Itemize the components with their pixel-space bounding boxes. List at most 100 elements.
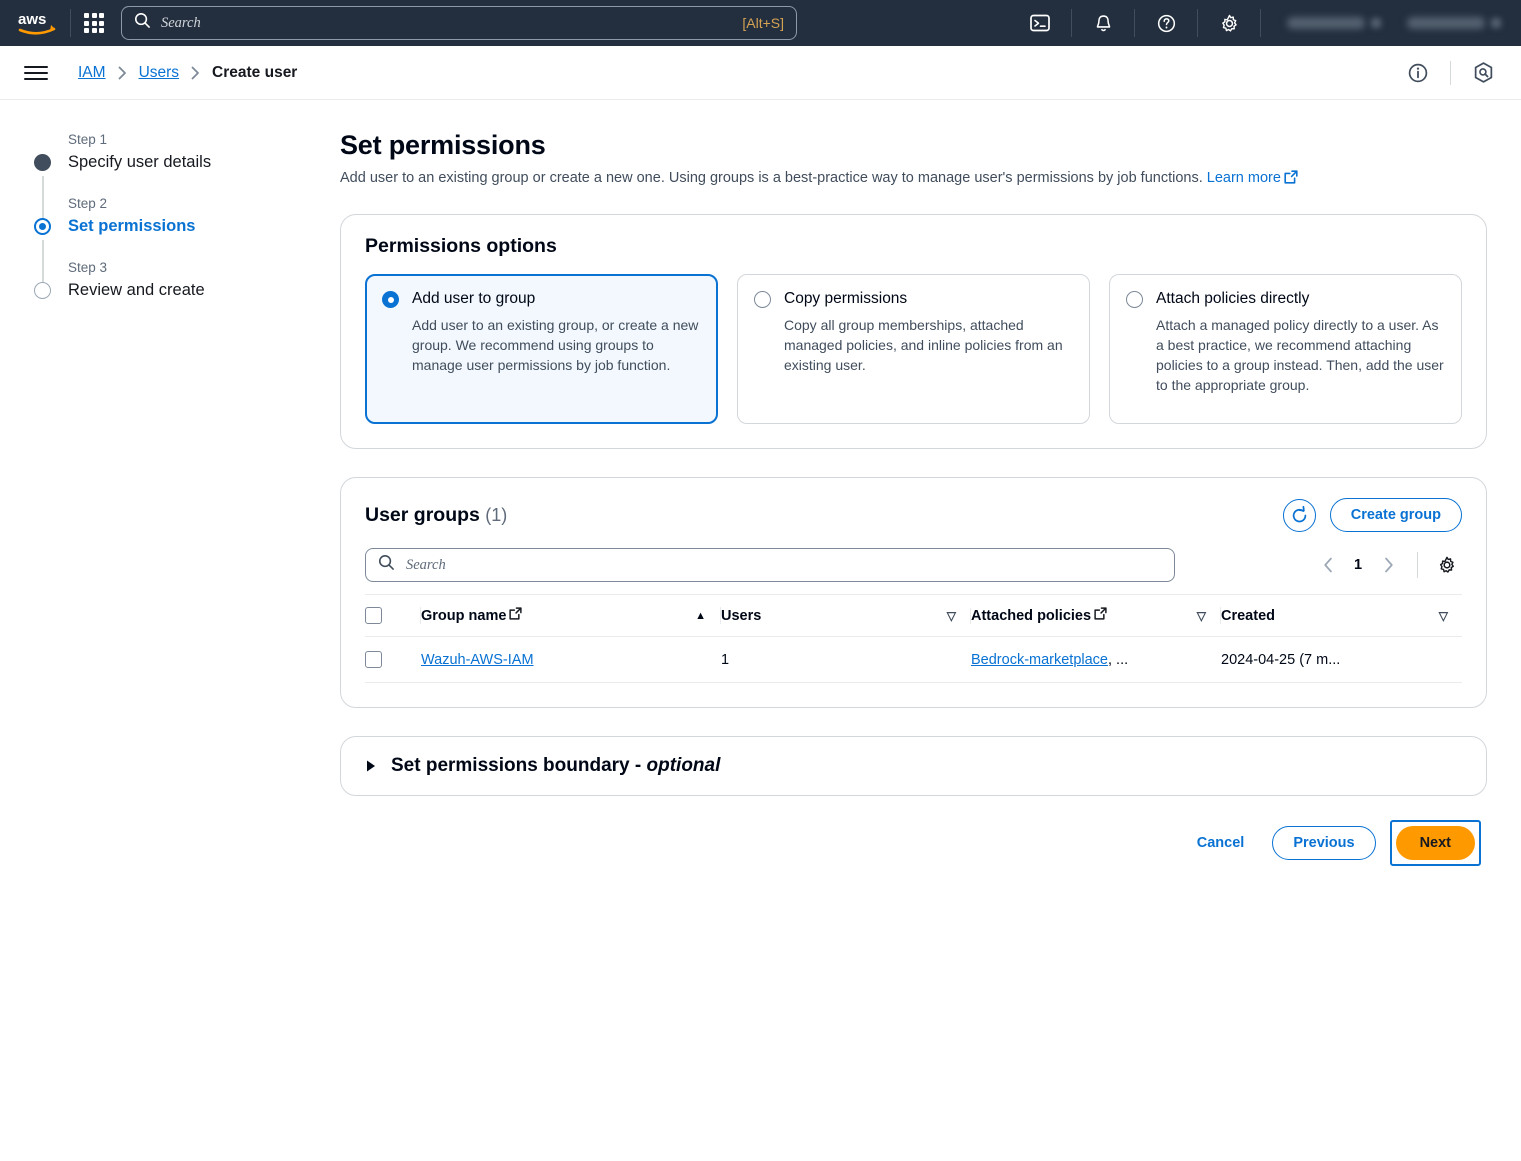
permissions-boundary-optional: optional bbox=[647, 755, 721, 776]
attached-policies-overflow: , ... bbox=[1108, 652, 1128, 668]
step-2-label[interactable]: Set permissions bbox=[68, 214, 340, 238]
wizard-stepper: Step 1 Specify user details Step 2 Set p… bbox=[0, 130, 340, 866]
column-created[interactable]: Created ▽ bbox=[1221, 595, 1462, 637]
nav-divider bbox=[1071, 9, 1072, 37]
permissions-options-heading: Permissions options bbox=[365, 235, 1462, 258]
next-button[interactable]: Next bbox=[1396, 826, 1475, 860]
select-all-checkbox[interactable] bbox=[365, 607, 382, 624]
account-label-obscured bbox=[1407, 17, 1485, 29]
main-content: Set permissions Add user to an existing … bbox=[340, 130, 1521, 866]
row-checkbox[interactable] bbox=[365, 651, 382, 668]
user-groups-table: Group name ▲ Users ▽ bbox=[365, 594, 1462, 683]
option-add-user-to-group[interactable]: Add user to group Add user to an existin… bbox=[365, 274, 718, 424]
row-select-cell bbox=[365, 637, 421, 683]
cancel-button[interactable]: Cancel bbox=[1183, 827, 1259, 859]
user-groups-header: User groups (1) Create group bbox=[365, 498, 1462, 532]
step-3-label[interactable]: Review and create bbox=[68, 278, 340, 302]
refresh-icon[interactable] bbox=[1283, 499, 1316, 532]
global-search-placeholder: Search bbox=[161, 15, 742, 32]
aws-logo[interactable]: aws bbox=[16, 8, 60, 38]
amazon-q-icon[interactable] bbox=[1463, 53, 1503, 93]
radio-attach-policies-directly[interactable] bbox=[1126, 291, 1143, 308]
step-3-review-and-create[interactable]: Step 3 Review and create bbox=[24, 258, 340, 302]
next-page-icon[interactable] bbox=[1373, 550, 1403, 580]
radio-add-user-to-group[interactable] bbox=[382, 291, 399, 308]
learn-more-link[interactable]: Learn more bbox=[1207, 170, 1281, 186]
sort-icon[interactable]: ▽ bbox=[1197, 609, 1206, 623]
step-1-specify-user-details[interactable]: Step 1 Specify user details bbox=[24, 130, 340, 174]
cell-created: 2024-04-25 (7 m... bbox=[1221, 637, 1462, 683]
previous-page-icon[interactable] bbox=[1313, 550, 1343, 580]
column-select-all bbox=[365, 595, 421, 637]
search-icon bbox=[134, 12, 151, 34]
wizard-footer: Cancel Previous Next bbox=[340, 820, 1487, 866]
side-menu-toggle-icon[interactable] bbox=[24, 66, 48, 80]
settings-gear-icon[interactable] bbox=[1208, 0, 1250, 46]
permissions-options-card: Permissions options Add user to group Ad… bbox=[340, 214, 1487, 449]
sort-ascending-icon[interactable]: ▲ bbox=[695, 610, 706, 622]
sort-icon[interactable]: ▽ bbox=[947, 609, 956, 623]
create-group-button[interactable]: Create group bbox=[1330, 498, 1462, 532]
permissions-boundary-title: Set permissions boundary - optional bbox=[391, 755, 720, 777]
table-header-row: Group name ▲ Users ▽ bbox=[365, 595, 1462, 637]
info-icon[interactable] bbox=[1398, 53, 1438, 93]
sort-icon[interactable]: ▽ bbox=[1439, 609, 1448, 623]
option-add-user-to-group-desc: Add user to an existing group, or create… bbox=[412, 315, 701, 375]
divider bbox=[1450, 61, 1451, 85]
help-icon[interactable] bbox=[1145, 0, 1187, 46]
previous-button[interactable]: Previous bbox=[1272, 826, 1375, 860]
column-group-name[interactable]: Group name ▲ bbox=[421, 595, 721, 637]
page-body: Step 1 Specify user details Step 2 Set p… bbox=[0, 100, 1521, 866]
column-created-label: Created bbox=[1221, 608, 1275, 624]
account-menu[interactable] bbox=[1391, 17, 1511, 29]
breadcrumb-item-iam[interactable]: IAM bbox=[78, 64, 106, 82]
attached-policy-link[interactable]: Bedrock-marketplace bbox=[971, 652, 1108, 668]
page-number-1[interactable]: 1 bbox=[1347, 557, 1369, 573]
cell-users: 1 bbox=[721, 637, 971, 683]
external-link-icon bbox=[1094, 607, 1107, 624]
page-subtitle: Add user to an existing group or create … bbox=[340, 167, 1450, 192]
region-selector[interactable] bbox=[1271, 17, 1391, 29]
breadcrumb-item-users[interactable]: Users bbox=[139, 64, 179, 82]
column-users[interactable]: Users ▽ bbox=[721, 595, 971, 637]
user-groups-title: User groups (1) bbox=[365, 504, 507, 527]
nav-divider bbox=[70, 9, 71, 37]
user-groups-title-text: User groups bbox=[365, 504, 480, 526]
user-groups-filter-row: Search 1 bbox=[365, 548, 1462, 582]
top-nav-right-group bbox=[1019, 0, 1511, 46]
table-row: Wazuh-AWS-IAM 1 Bedrock-marketplace, ...… bbox=[365, 637, 1462, 683]
group-name-link[interactable]: Wazuh-AWS-IAM bbox=[421, 652, 534, 668]
external-link-icon bbox=[509, 607, 522, 624]
region-label-obscured bbox=[1287, 17, 1365, 29]
next-button-focus-ring: Next bbox=[1390, 820, 1481, 866]
nav-divider bbox=[1197, 9, 1198, 37]
global-search-input[interactable]: Search [Alt+S] bbox=[121, 6, 797, 40]
step-1-label[interactable]: Specify user details bbox=[68, 150, 340, 174]
column-attached-policies[interactable]: Attached policies ▽ bbox=[971, 595, 1221, 637]
step-2-indicator bbox=[34, 218, 51, 235]
user-groups-actions: Create group bbox=[1283, 498, 1462, 532]
radio-copy-permissions[interactable] bbox=[754, 291, 771, 308]
services-waffle-icon[interactable] bbox=[81, 10, 107, 36]
option-copy-permissions-title: Copy permissions bbox=[784, 289, 907, 309]
external-link-icon bbox=[1284, 169, 1298, 192]
chevron-down-icon bbox=[1491, 18, 1501, 28]
permissions-boundary-title-text: Set permissions boundary - bbox=[391, 755, 647, 776]
option-copy-permissions[interactable]: Copy permissions Copy all group membersh… bbox=[737, 274, 1090, 424]
table-preferences-gear-icon[interactable] bbox=[1432, 550, 1462, 580]
page-subtitle-text: Add user to an existing group or create … bbox=[340, 170, 1203, 186]
user-groups-search-placeholder: Search bbox=[406, 557, 446, 574]
step-2-set-permissions[interactable]: Step 2 Set permissions bbox=[24, 194, 340, 238]
step-1-number: Step 1 bbox=[68, 130, 340, 150]
breadcrumb-item-create-user: Create user bbox=[212, 64, 297, 82]
user-groups-count: (1) bbox=[485, 505, 507, 525]
column-group-name-label: Group name bbox=[421, 608, 506, 624]
set-permissions-boundary-section[interactable]: Set permissions boundary - optional bbox=[340, 736, 1487, 796]
expand-triangle-icon[interactable] bbox=[365, 759, 377, 773]
cloudshell-icon[interactable] bbox=[1019, 0, 1061, 46]
bell-icon[interactable] bbox=[1082, 0, 1124, 46]
option-attach-policies-directly[interactable]: Attach policies directly Attach a manage… bbox=[1109, 274, 1462, 424]
pagination: 1 bbox=[1313, 550, 1462, 580]
user-groups-search-input[interactable]: Search bbox=[365, 548, 1175, 582]
search-icon bbox=[378, 554, 395, 576]
